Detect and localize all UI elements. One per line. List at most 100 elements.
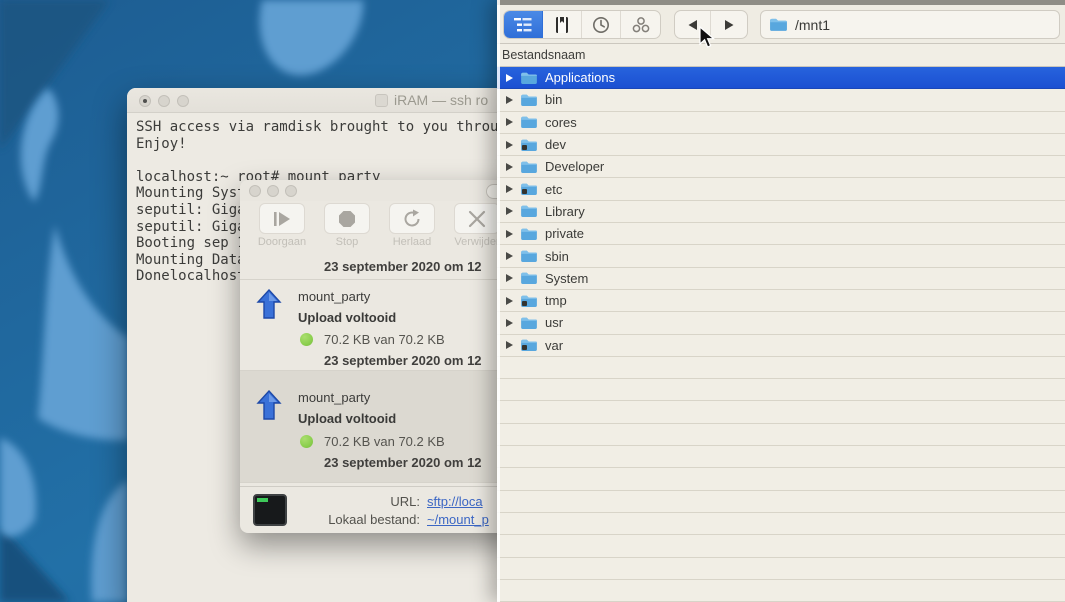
folder-icon [520, 227, 538, 241]
file-name: sbin [545, 249, 569, 264]
folder-icon [520, 338, 538, 352]
transfer-detail-pane: URL: sftp://loca Lokaal bestand: ~/mount… [240, 486, 530, 533]
outline-view-button[interactable] [504, 11, 543, 38]
file-row-etc[interactable]: etc [497, 178, 1065, 200]
symlink-badge-icon [522, 145, 527, 150]
file-row-bin[interactable]: bin [497, 89, 1065, 111]
resume-button[interactable]: Doorgaan [252, 203, 312, 253]
disclosure-triangle-icon[interactable] [506, 74, 513, 82]
local-file-link[interactable]: ~/mount_p [427, 511, 489, 528]
transfer-date: 23 september 2020 om 12 [324, 455, 482, 470]
transfer-entry[interactable]: mount_party Upload voltooid 70.2 KB van … [240, 280, 530, 371]
file-browser-window: /mnt1 Bestandsnaam Applications bin [497, 0, 1065, 602]
transfers-titlebar[interactable] [240, 180, 530, 201]
disclosure-triangle-icon[interactable] [506, 185, 513, 193]
file-row-developer[interactable]: Developer [497, 156, 1065, 178]
transfer-status: Upload voltooid [298, 411, 396, 426]
forward-button[interactable] [711, 11, 747, 38]
reload-button[interactable]: Herlaad [382, 203, 442, 253]
file-row-private[interactable]: private [497, 223, 1065, 245]
delete-label: Verwijder [454, 236, 499, 248]
column-header-filename[interactable]: Bestandsnaam [497, 44, 1065, 67]
reload-label: Herlaad [393, 236, 432, 248]
folder-icon [520, 271, 538, 285]
folder-icon [520, 204, 538, 218]
disclosure-triangle-icon[interactable] [506, 163, 513, 171]
transfer-list: 23 september 2020 om 12 mount_party Uplo… [240, 253, 530, 486]
file-name: dev [545, 137, 566, 152]
file-row-system[interactable]: System [497, 268, 1065, 290]
back-icon [687, 19, 699, 31]
zoom-icon[interactable] [285, 185, 297, 197]
file-row-sbin[interactable]: sbin [497, 245, 1065, 267]
transfer-size: 70.2 KB van 70.2 KB [324, 434, 445, 449]
empty-row [497, 401, 1065, 423]
stop-button[interactable]: Stop [317, 203, 377, 253]
empty-row [497, 535, 1065, 557]
transfer-date: 23 september 2020 om 12 [324, 259, 482, 274]
bookmarks-icon [554, 16, 570, 34]
history-icon [592, 16, 610, 34]
url-link[interactable]: sftp://loca [427, 493, 483, 510]
file-name: System [545, 271, 588, 286]
bonjour-button[interactable] [621, 11, 660, 38]
path-field[interactable]: /mnt1 [760, 10, 1060, 39]
resume-icon [272, 210, 292, 228]
transfer-status: Upload voltooid [298, 310, 396, 325]
file-row-cores[interactable]: cores [497, 112, 1065, 134]
empty-row [497, 558, 1065, 580]
empty-row [497, 491, 1065, 513]
bookmarks-button[interactable] [543, 11, 582, 38]
resume-label: Doorgaan [258, 236, 306, 248]
proxy-icon [375, 94, 388, 107]
transfer-filename: mount_party [298, 289, 370, 304]
file-name: var [545, 338, 563, 353]
file-list: Applications bin cores dev [497, 67, 1065, 602]
cursor-pointer-icon [699, 26, 715, 50]
file-row-tmp[interactable]: tmp [497, 290, 1065, 312]
transfer-filename: mount_party [298, 390, 370, 405]
transfers-window: Doorgaan Stop Herlaad Verwijder 23 septe… [240, 180, 530, 533]
local-file-label: Lokaal bestand: [296, 511, 420, 528]
zoom-icon[interactable] [177, 95, 189, 107]
upload-arrow-icon [256, 390, 282, 422]
file-row-applications[interactable]: Applications [497, 67, 1065, 89]
empty-row [497, 424, 1065, 446]
disclosure-triangle-icon[interactable] [506, 297, 513, 305]
file-row-dev[interactable]: dev [497, 134, 1065, 156]
folder-icon [520, 115, 538, 129]
folder-icon [520, 93, 538, 107]
disclosure-triangle-icon[interactable] [506, 319, 513, 327]
empty-row [497, 446, 1065, 468]
file-name: etc [545, 182, 562, 197]
disclosure-triangle-icon[interactable] [506, 207, 513, 215]
file-row-usr[interactable]: usr [497, 312, 1065, 334]
transfer-entry-partial[interactable]: 23 september 2020 om 12 [240, 253, 530, 280]
disclosure-triangle-icon[interactable] [506, 341, 513, 349]
outline-view-icon [513, 17, 533, 33]
file-row-var[interactable]: var [497, 335, 1065, 357]
transfers-toolbar: Doorgaan Stop Herlaad Verwijder [240, 201, 530, 253]
disclosure-triangle-icon[interactable] [506, 141, 513, 149]
transfer-entry-selected[interactable]: mount_party Upload voltooid 70.2 KB van … [240, 371, 530, 483]
empty-row [497, 468, 1065, 490]
disclosure-triangle-icon[interactable] [506, 252, 513, 260]
transfer-size: 70.2 KB van 70.2 KB [324, 332, 445, 347]
disclosure-triangle-icon[interactable] [506, 274, 513, 282]
path-value: /mnt1 [795, 17, 830, 33]
file-name: Library [545, 204, 585, 219]
symlink-badge-icon [522, 345, 527, 350]
history-button[interactable] [582, 11, 621, 38]
file-name: private [545, 226, 584, 241]
minimize-icon[interactable] [267, 185, 279, 197]
disclosure-triangle-icon[interactable] [506, 118, 513, 126]
minimize-icon[interactable] [158, 95, 170, 107]
close-icon[interactable] [139, 95, 151, 107]
file-row-library[interactable]: Library [497, 201, 1065, 223]
bonjour-icon [631, 16, 651, 34]
disclosure-triangle-icon[interactable] [506, 96, 513, 104]
folder-icon [520, 160, 538, 174]
upload-arrow-icon [256, 289, 282, 321]
disclosure-triangle-icon[interactable] [506, 230, 513, 238]
close-icon[interactable] [249, 185, 261, 197]
